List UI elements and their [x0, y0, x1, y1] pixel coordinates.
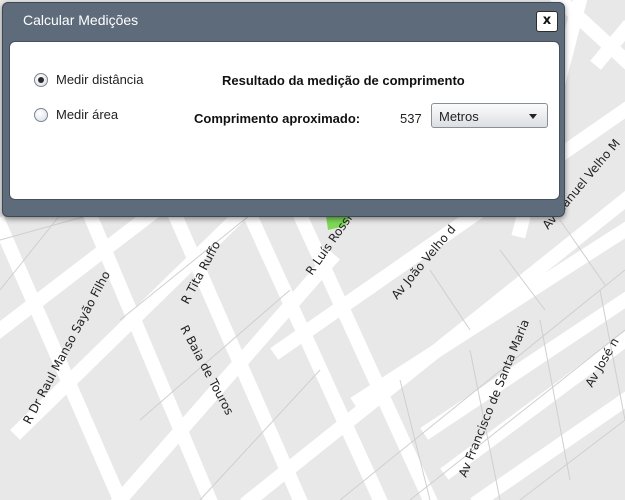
length-value: 537 — [400, 111, 422, 126]
length-label: Comprimento aproximado: — [194, 111, 361, 126]
unit-select-value: Metros — [439, 109, 479, 124]
close-button[interactable]: x — [536, 11, 558, 32]
option-label: Medir área — [56, 107, 119, 122]
unit-select[interactable]: Metros — [431, 103, 548, 128]
radio-selected-icon[interactable] — [34, 72, 48, 87]
option-measure-distance[interactable]: Medir distância — [34, 72, 143, 87]
result-title: Resultado da medição de comprimento — [222, 73, 465, 88]
option-label: Medir distância — [56, 72, 144, 87]
dialog-body: Medir distância Medir área Resultado da … — [9, 41, 560, 200]
chevron-down-icon — [529, 114, 537, 119]
dialog-title: Calcular Medições — [23, 12, 139, 28]
option-measure-area[interactable]: Medir área — [34, 107, 118, 122]
radio-unselected-icon[interactable] — [34, 107, 48, 122]
measure-dialog: Calcular Medições x Medir distância Medi… — [2, 2, 565, 217]
